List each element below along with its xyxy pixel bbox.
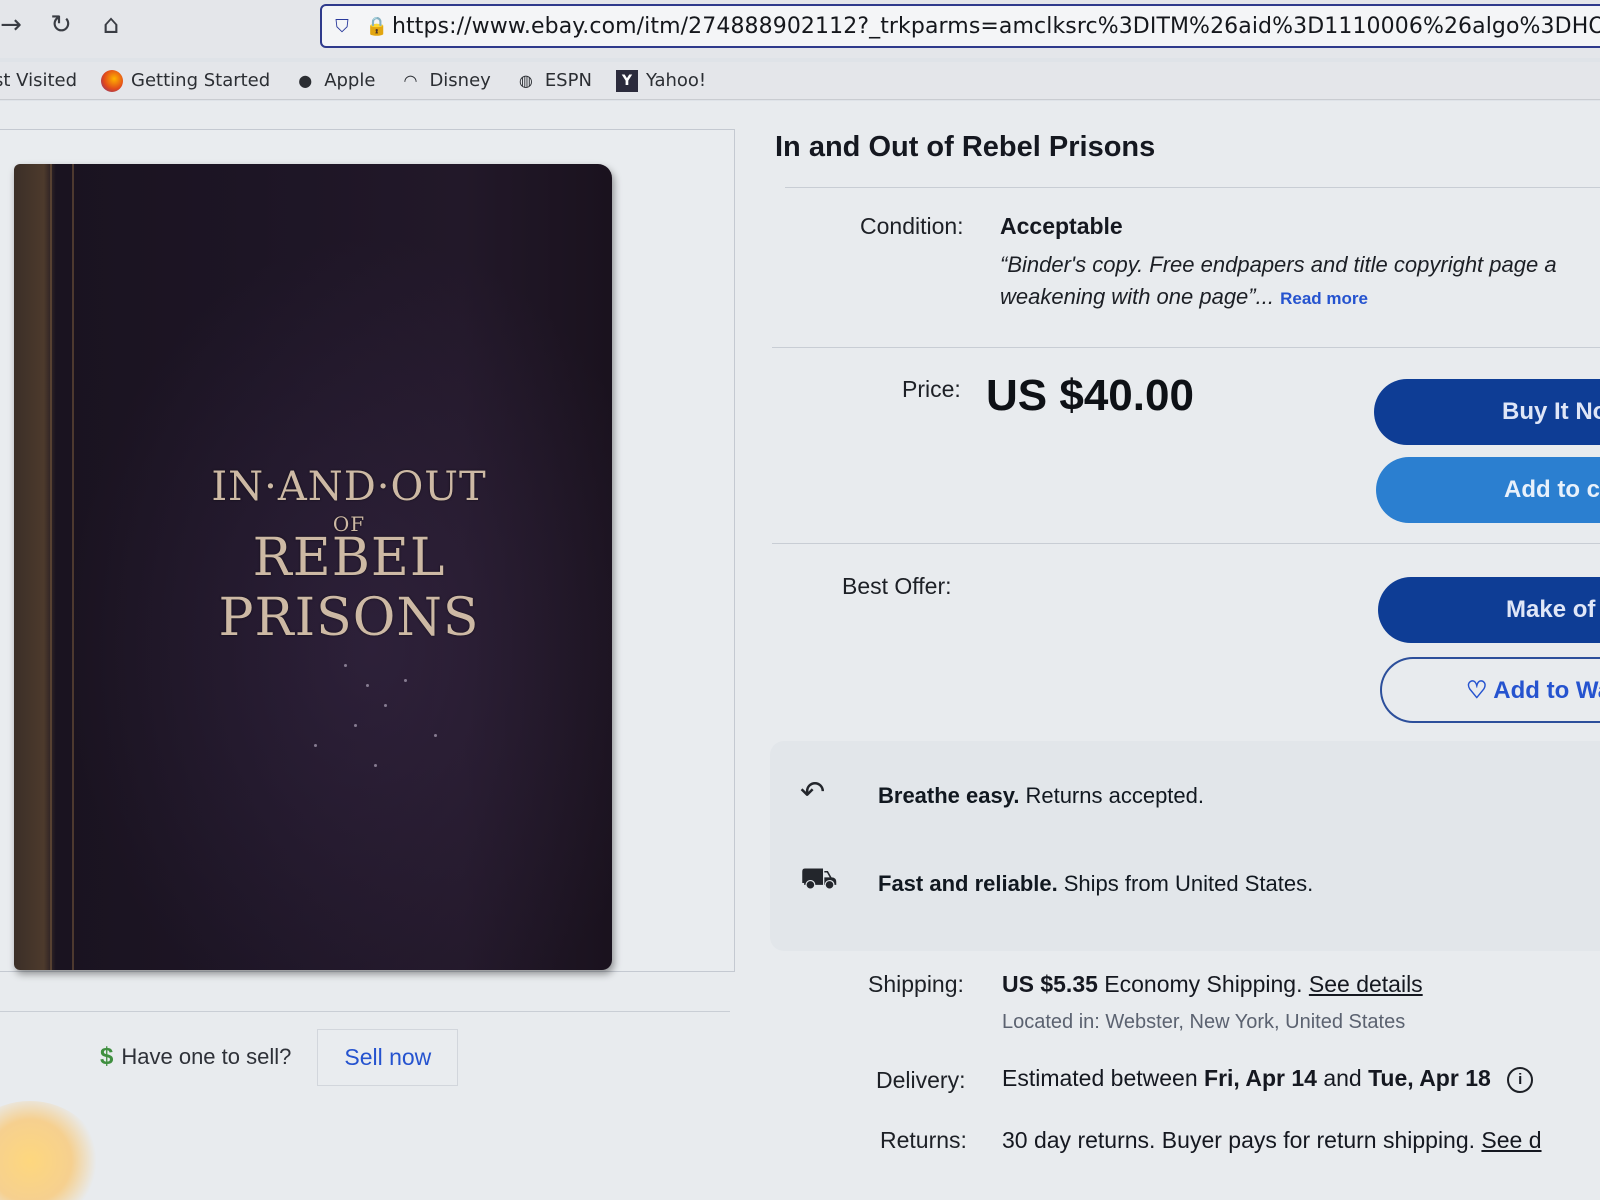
sell-now-button[interactable]: Sell now	[317, 1028, 459, 1086]
book-cover-title: IN·AND·OUT OF REBEL PRISONS	[184, 464, 514, 648]
bookmark-apple[interactable]: ● Apple	[294, 70, 375, 92]
returns-text: 30 day returns. Buyer pays for return sh…	[1002, 1127, 1476, 1153]
light-glare	[0, 1101, 100, 1200]
read-more-link[interactable]: Read more	[1280, 289, 1368, 308]
delivery-start: Fri, Apr 14	[1204, 1065, 1317, 1091]
price-value: US $40.00	[986, 371, 1194, 420]
condition-value: Acceptable	[1000, 213, 1123, 239]
bookmark-most-visited[interactable]: st Visited	[0, 70, 77, 91]
apple-icon: ●	[298, 71, 313, 90]
divider	[785, 187, 1600, 188]
cover-speck	[404, 679, 407, 682]
bookmark-getting-started[interactable]: Getting Started	[101, 69, 271, 92]
cover-speck	[434, 734, 437, 737]
price-label: Price:	[902, 376, 961, 402]
cover-line-2: REBEL PRISONS	[218, 528, 480, 648]
cover-speck	[384, 704, 387, 707]
bookmark-label: st Visited	[0, 70, 78, 91]
yahoo-icon: Y	[615, 69, 638, 92]
forward-icon[interactable]: →	[0, 8, 28, 42]
shipping-perk: Fast and reliable. Ships from United Sta…	[878, 871, 1313, 897]
delivery-and: and	[1323, 1065, 1362, 1091]
divider	[0, 1011, 730, 1012]
perk-bold: Fast and reliable.	[878, 871, 1058, 896]
perk-text: Returns accepted.	[1025, 783, 1204, 808]
shipping-label: Shipping:	[868, 971, 964, 997]
bookmark-label: Apple	[324, 70, 376, 91]
returns-value: 30 day returns. Buyer pays for return sh…	[1002, 1127, 1542, 1154]
return-arrow-icon: ↶	[800, 775, 826, 810]
bookmark-label: ESPN	[544, 70, 592, 91]
firefox-icon	[101, 69, 124, 92]
delivery-label: Delivery:	[876, 1067, 966, 1093]
bookmark-label: Disney	[429, 70, 491, 91]
add-to-watchlist-button[interactable]: ♡ Add to Wa	[1380, 657, 1600, 723]
divider	[772, 543, 1600, 544]
spine-line	[72, 164, 74, 970]
reload-icon[interactable]: ↻	[44, 8, 78, 42]
bookmark-disney[interactable]: ◠ Disney	[399, 70, 490, 92]
sell-question: Have one to sell?	[121, 1044, 292, 1069]
disney-icon: ◠	[403, 71, 418, 90]
buy-it-now-button[interactable]: Buy It No	[1374, 379, 1600, 445]
bookmark-yahoo[interactable]: Y Yahoo!	[615, 69, 707, 92]
spine-line	[50, 164, 52, 970]
cover-speck	[374, 764, 377, 767]
lock-icon[interactable]: 🔒	[362, 16, 392, 37]
cover-speck	[344, 664, 347, 667]
bookmark-espn[interactable]: ◍ ESPN	[515, 70, 592, 92]
product-image[interactable]: IN·AND·OUT OF REBEL PRISONS	[14, 164, 612, 970]
shipping-value: US $5.35 Economy Shipping. See details	[1002, 971, 1423, 998]
returns-perk: Breathe easy. Returns accepted.	[878, 783, 1204, 809]
item-location: Located in: Webster, New York, United St…	[1002, 1011, 1406, 1033]
perk-text: Ships from United States.	[1063, 871, 1314, 896]
cover-speck	[354, 724, 357, 727]
item-title: In and Out of Rebel Prisons	[775, 131, 1156, 163]
delivery-end: Tue, Apr 18	[1368, 1065, 1491, 1091]
returns-see-details-link[interactable]: See d	[1481, 1127, 1541, 1153]
condition-note-line: “Binder's copy. Free endpapers and title…	[1000, 252, 1557, 277]
delivery-value: Estimated between Fri, Apr 14 and Tue, A…	[1002, 1065, 1534, 1093]
info-icon[interactable]: i	[1507, 1066, 1534, 1093]
sell-box: $ Have one to sell? Sell now	[100, 1028, 459, 1086]
cover-speck	[314, 744, 317, 747]
shield-icon[interactable]: ⛉	[322, 16, 362, 37]
condition-note-text: weakening with one page”...	[1000, 284, 1274, 309]
browser-toolbar: → ↻ ⌂ ⛉ 🔒 https://www.ebay.com/itm/27488…	[0, 0, 1600, 58]
bookmark-label: Getting Started	[131, 70, 271, 91]
best-offer-label: Best Offer:	[842, 573, 952, 599]
url-text[interactable]: https://www.ebay.com/itm/274888902112?_t…	[392, 14, 1600, 39]
shipping-method: Economy Shipping.	[1104, 971, 1303, 997]
home-icon[interactable]: ⌂	[94, 8, 128, 42]
see-details-link[interactable]: See details	[1309, 971, 1423, 997]
add-to-cart-button[interactable]: Add to c	[1376, 457, 1600, 523]
cover-line-1: IN·AND·OUT	[211, 464, 487, 510]
perk-bold: Breathe easy.	[878, 783, 1020, 808]
cover-speck	[366, 684, 369, 687]
make-offer-button[interactable]: Make of	[1378, 577, 1600, 643]
truck-icon: ⛟	[800, 861, 838, 896]
condition-note-line: weakening with one page”... Read more	[1000, 281, 1600, 315]
condition-label: Condition:	[860, 213, 964, 239]
perks-panel: ↶ Breathe easy. Returns accepted. ⛟ Fast…	[770, 741, 1600, 951]
delivery-pre: Estimated between	[1002, 1065, 1198, 1091]
globe-icon: ◍	[518, 71, 533, 90]
listing-page: IN·AND·OUT OF REBEL PRISONS $ Have one t…	[0, 101, 1600, 1200]
bookmarks-bar: st Visited Getting Started ● Apple ◠ Dis…	[0, 62, 1600, 100]
divider	[772, 347, 1600, 348]
address-bar[interactable]: ⛉ 🔒 https://www.ebay.com/itm/27488890211…	[320, 4, 1600, 48]
dollar-icon: $	[100, 1043, 114, 1070]
product-image-panel[interactable]: IN·AND·OUT OF REBEL PRISONS	[0, 129, 735, 972]
bookmark-label: Yahoo!	[645, 70, 707, 91]
shipping-cost: US $5.35	[1002, 971, 1098, 997]
returns-label: Returns:	[880, 1127, 967, 1153]
condition-note: “Binder's copy. Free endpapers and title…	[1000, 249, 1600, 315]
